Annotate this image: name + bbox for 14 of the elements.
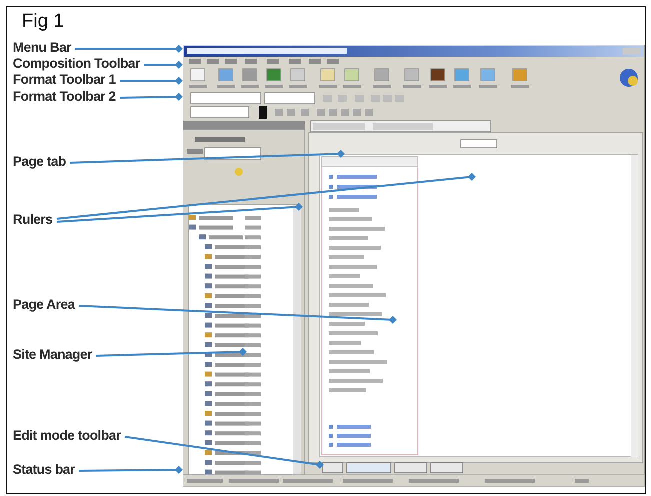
- callout-label: Menu Bar: [13, 41, 72, 56]
- callout-label: Edit mode toolbar: [13, 429, 121, 444]
- callout-label: Page tab: [13, 155, 66, 170]
- callout-label: Rulers: [13, 213, 53, 228]
- callout-label: Format Toolbar 2: [13, 90, 116, 105]
- callout-label: Site Manager: [13, 348, 92, 363]
- callout-label: Composition Toolbar: [13, 57, 140, 72]
- callout-label: Status bar: [13, 463, 76, 478]
- callout-label: Format Toolbar 1: [13, 73, 116, 88]
- callout-arrow: [144, 61, 183, 69]
- figure-title: Fig 1: [22, 12, 64, 33]
- callout-arrow: [120, 93, 183, 101]
- callout-arrow: [120, 77, 183, 85]
- callout-label: Page Area: [13, 298, 75, 313]
